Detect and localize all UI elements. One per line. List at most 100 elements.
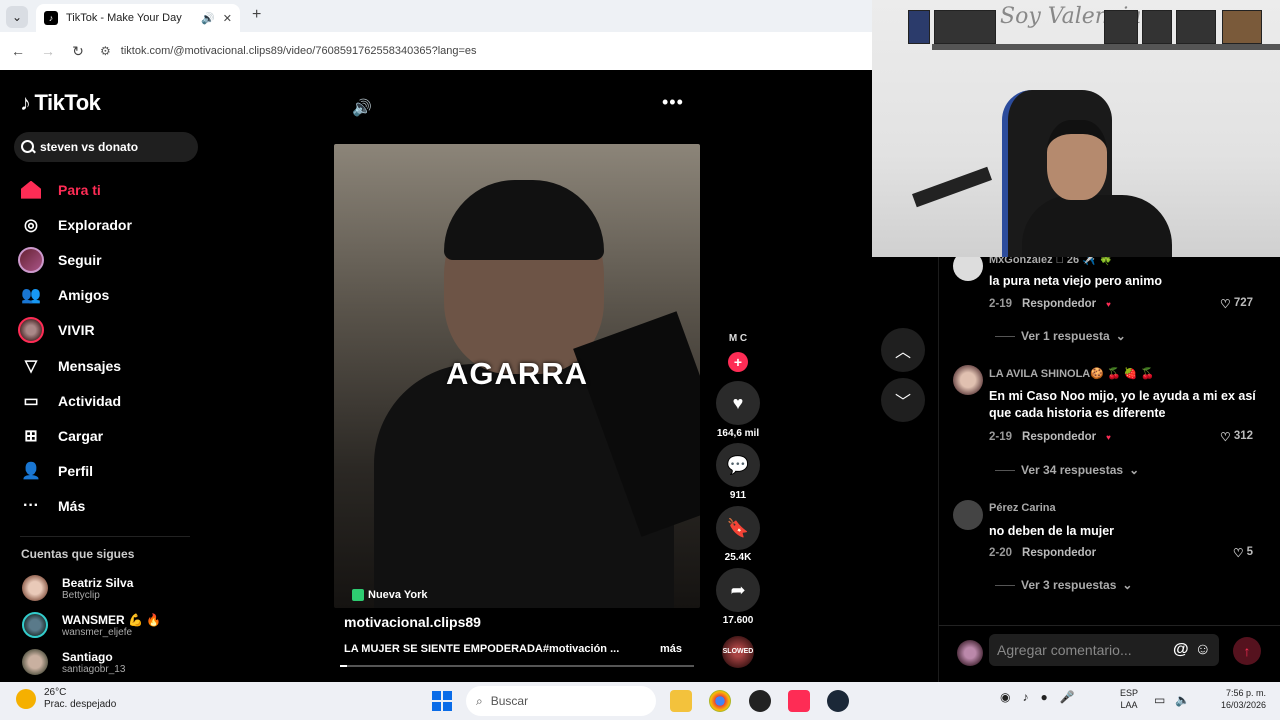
tiktok-app-icon[interactable] (788, 690, 810, 712)
sidebar-item-vivir[interactable]: VIVIR (18, 313, 208, 348)
site-info-icon[interactable]: ⚙ (100, 44, 111, 58)
creator-avatar[interactable]: M C (720, 333, 756, 351)
sidebar-item-para-ti[interactable]: Para ti (18, 172, 208, 207)
back-icon[interactable]: ← (10, 43, 26, 59)
url-field[interactable]: ⚙ tiktok.com/@motivacional.clips89/video… (100, 37, 862, 65)
tab-audio-icon[interactable]: 🔊 (201, 12, 215, 25)
comment-input[interactable]: Agregar comentario... @ ☺ (989, 634, 1219, 666)
tab-close-icon[interactable]: ✕ (223, 12, 232, 25)
tiktok-logo[interactable]: ♪ TikTok (20, 90, 101, 116)
shelf-item (1176, 10, 1216, 44)
taskbar-search[interactable]: ⌕ Buscar (466, 686, 656, 716)
tab-search-button[interactable]: ⌄ (6, 6, 28, 28)
comments-panel: MxGonzalez 🏻 26 ✈️ 🍀 la pura neta viejo … (938, 257, 1280, 625)
avatar[interactable] (953, 257, 983, 281)
shelf-item (908, 10, 930, 44)
clock[interactable]: 7:56 p. m. 16/03/2026 (1206, 687, 1266, 711)
sidebar-item-explorador[interactable]: ◎ Explorador (18, 207, 208, 242)
sidebar-item-cargar[interactable]: ⊞ Cargar (18, 418, 208, 453)
like-button[interactable]: ♥ (716, 381, 760, 425)
language-indicator[interactable]: ESP LAA (1120, 687, 1138, 711)
heart-icon: ♥ (732, 392, 744, 413)
search-value: steven vs donato (40, 140, 139, 154)
comment-button[interactable]: 💬 (716, 443, 760, 487)
chevron-down-icon: ⌄ (1129, 463, 1140, 477)
music-disc[interactable]: SLOWED (722, 636, 754, 668)
sidebar-item-perfil[interactable]: 👤 Perfil (18, 454, 208, 489)
file-explorer-icon[interactable] (670, 690, 692, 712)
comment-like-button[interactable]: ♡ 5 (1233, 546, 1253, 560)
next-video-button[interactable]: ﹀ (881, 378, 925, 422)
new-tab-button[interactable]: + (252, 6, 261, 24)
search-input[interactable]: steven vs donato (14, 132, 198, 162)
video-player[interactable]: AGARRA Nueva York (334, 144, 700, 608)
following-account[interactable]: Santiago santiagobr_13 (22, 649, 125, 675)
video-progress-bar[interactable] (340, 665, 694, 667)
account-name: Santiago (62, 649, 113, 664)
weather-widget[interactable]: 26°C Prac. despejado (16, 687, 116, 711)
following-avatar-icon (18, 246, 44, 273)
sidebar-item-seguir[interactable]: Seguir (18, 242, 208, 277)
sidebar-item-amigos[interactable]: 👥 Amigos (18, 278, 208, 313)
comment-like-button[interactable]: ♡ 727 (1220, 297, 1253, 311)
windows-start-icon[interactable] (432, 691, 452, 711)
share-icon: ➦ (730, 579, 746, 600)
weather-icon (16, 689, 36, 709)
comment-author[interactable]: MxGonzalez 🏻 26 ✈️ 🍀 (989, 257, 1113, 266)
volume-icon[interactable]: 🔊 (352, 98, 372, 118)
system-icons[interactable]: ▭ 🔈 (1154, 693, 1190, 707)
sidebar-divider (20, 536, 190, 537)
share-button[interactable]: ➦ (716, 568, 760, 612)
more-options-icon[interactable]: ••• (662, 92, 684, 113)
avatar[interactable] (953, 500, 983, 530)
tiktok-tray-icon[interactable]: ♪ (1022, 690, 1028, 704)
follow-plus-icon[interactable]: + (728, 352, 748, 372)
view-replies-button[interactable]: Ver 34 respuestas ⌄ (995, 463, 1139, 477)
send-comment-button[interactable]: ↑ (1233, 637, 1261, 665)
view-replies-button[interactable]: Ver 3 respuestas ⌄ (995, 578, 1132, 592)
like-count: 164,6 mil (716, 428, 760, 439)
steam-icon[interactable] (827, 690, 849, 712)
obs-icon[interactable] (749, 690, 771, 712)
clock-time: 7:56 p. m. (1225, 688, 1266, 698)
comment-meta: 2-20 Respondedor ♡ 5 (989, 546, 1253, 560)
bookmark-icon: 🔖 (726, 517, 750, 538)
description-more-link[interactable]: más (660, 643, 682, 655)
comment-author[interactable]: LA AVILA SHINOLA🍪 🍒 🍓 🍒 (989, 367, 1154, 380)
steam-tray-icon[interactable]: ◉ (1000, 690, 1010, 704)
view-replies-button[interactable]: Ver 1 respuesta ⌄ (995, 329, 1126, 343)
microphone-icon[interactable]: 🎤 (1060, 690, 1075, 704)
chrome-icon[interactable] (709, 690, 731, 712)
forward-icon[interactable]: → (40, 43, 56, 59)
comment-like-button[interactable]: ♡ 312 (1220, 430, 1253, 444)
browser-tab[interactable]: ♪ TikTok - Make Your Day 🔊 ✕ (36, 4, 240, 32)
save-button[interactable]: 🔖 (716, 506, 760, 550)
comment-author[interactable]: Pérez Carina (989, 502, 1056, 514)
obs-tray-icon[interactable]: ● (1040, 690, 1047, 704)
creator-liked-icon: ♥ (1106, 432, 1111, 442)
reply-button[interactable]: Respondedor (1022, 431, 1096, 443)
video-frame-cap (444, 180, 604, 260)
location-tag[interactable]: Nueva York (352, 586, 428, 604)
comment-text: no deben de la mujer (989, 524, 1115, 538)
sidebar-item-actividad[interactable]: ▭ Actividad (18, 383, 208, 418)
following-account[interactable]: Beatriz Silva Bettyclip (22, 575, 133, 601)
comment-text: En mi Caso Noo mijo, yo le ayuda a mi ex… (989, 389, 1256, 420)
sidebar-item-label: Actividad (58, 392, 122, 409)
account-handle: wansmer_eljefe (62, 626, 133, 638)
emoji-icon[interactable]: ☺ (1195, 641, 1211, 659)
save-count: 25.4K (724, 552, 752, 563)
volume-icon: 🔈 (1175, 693, 1191, 707)
reload-icon[interactable]: ↻ (70, 43, 86, 60)
mention-icon[interactable]: @ (1173, 641, 1189, 659)
reply-button[interactable]: Respondedor (1022, 298, 1096, 310)
following-account[interactable]: WANSMER 💪 🔥 wansmer_eljefe (22, 612, 161, 638)
reply-button[interactable]: Respondedor (1022, 547, 1096, 559)
sidebar-item-mensajes[interactable]: ▽ Mensajes (18, 348, 208, 383)
sidebar-item-mas[interactable]: ··· Más (18, 489, 208, 524)
chevron-down-icon: ﹀ (894, 394, 911, 411)
video-author[interactable]: motivacional.clips89 (344, 614, 481, 630)
previous-video-button[interactable]: ︿ (881, 328, 925, 372)
replies-line (995, 584, 1015, 586)
avatar[interactable] (953, 365, 983, 395)
